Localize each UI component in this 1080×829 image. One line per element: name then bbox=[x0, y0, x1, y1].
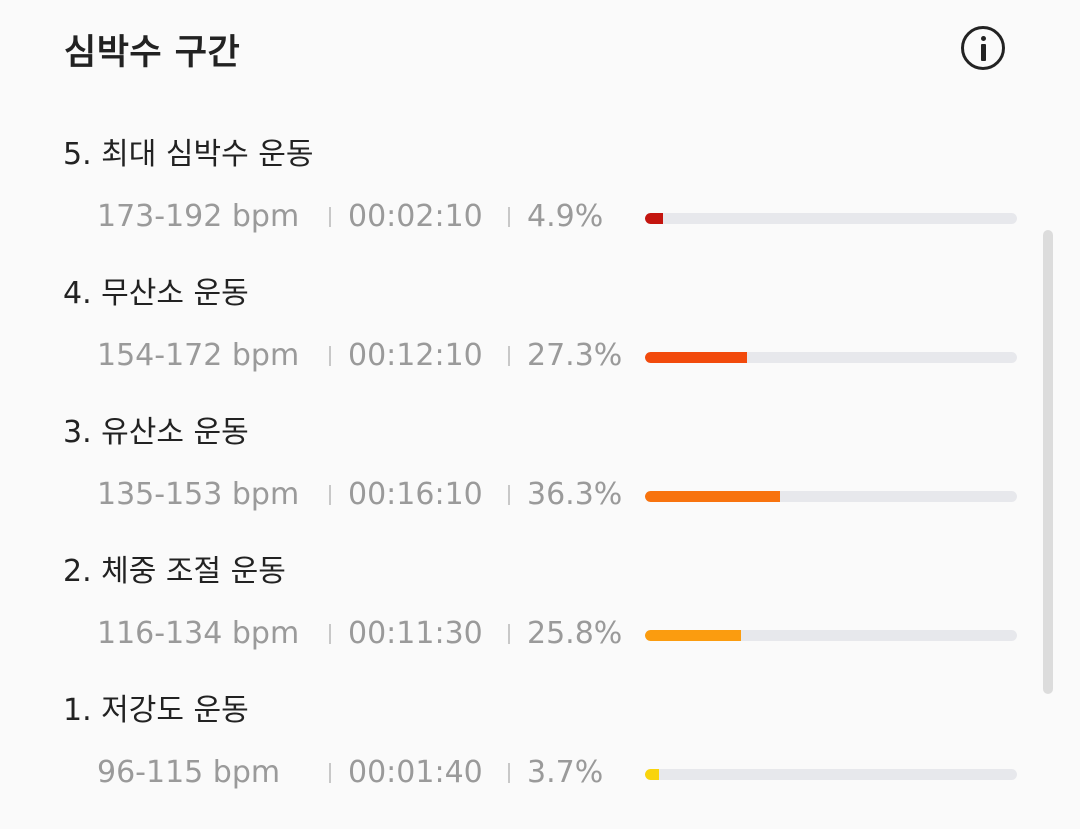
zone-bpm-range: 135-153 bpm bbox=[97, 477, 300, 512]
separator bbox=[329, 346, 331, 366]
zone-progress-fill bbox=[645, 491, 781, 502]
zone-bpm-range: 96-115 bpm bbox=[97, 755, 281, 790]
zone-percent: 27.3% bbox=[527, 338, 623, 373]
info-icon-dot bbox=[981, 36, 986, 41]
zone-progress-bar bbox=[645, 213, 1017, 224]
zone-row-3: 3. 유산소 운동 135-153 bpm 00:16:10 36.3% bbox=[0, 411, 1040, 551]
separator bbox=[329, 763, 331, 783]
info-icon[interactable] bbox=[961, 26, 1005, 70]
zone-duration: 00:12:10 bbox=[348, 338, 483, 373]
zone-progress-bar bbox=[645, 769, 1017, 780]
zone-row-4: 4. 무산소 운동 154-172 bpm 00:12:10 27.3% bbox=[0, 272, 1040, 412]
zone-percent: 36.3% bbox=[527, 477, 623, 512]
zone-percent: 3.7% bbox=[527, 755, 604, 790]
zone-duration: 00:01:40 bbox=[348, 755, 483, 790]
separator bbox=[329, 624, 331, 644]
scrollbar[interactable] bbox=[1043, 230, 1053, 694]
zone-progress-fill bbox=[645, 769, 659, 780]
zone-progress-fill bbox=[645, 352, 747, 363]
zone-row-5: 5. 최대 심박수 운동 173-192 bpm 00:02:10 4.9% bbox=[0, 133, 1040, 273]
zone-duration: 00:11:30 bbox=[348, 616, 483, 651]
zone-duration: 00:16:10 bbox=[348, 477, 483, 512]
separator bbox=[508, 624, 510, 644]
separator bbox=[329, 485, 331, 505]
separator bbox=[329, 207, 331, 227]
separator bbox=[508, 346, 510, 366]
page-title: 심박수 구간 bbox=[64, 33, 241, 73]
zone-row-1: 1. 저강도 운동 96-115 bpm 00:01:40 3.7% bbox=[0, 689, 1040, 829]
zone-percent: 25.8% bbox=[527, 616, 623, 651]
zone-bpm-range: 154-172 bpm bbox=[97, 338, 300, 373]
zone-row-2: 2. 체중 조절 운동 116-134 bpm 00:11:30 25.8% bbox=[0, 550, 1040, 690]
zone-name: 4. 무산소 운동 bbox=[63, 276, 249, 311]
separator bbox=[508, 485, 510, 505]
zone-bpm-range: 173-192 bpm bbox=[97, 199, 300, 234]
zone-progress-bar bbox=[645, 630, 1017, 641]
zone-percent: 4.9% bbox=[527, 199, 604, 234]
zone-name: 2. 체중 조절 운동 bbox=[63, 554, 286, 589]
zone-progress-bar bbox=[645, 491, 1017, 502]
zone-progress-bar bbox=[645, 352, 1017, 363]
info-icon-stem bbox=[981, 44, 986, 61]
zone-progress-fill bbox=[645, 213, 664, 224]
separator bbox=[508, 763, 510, 783]
heart-rate-zones-card: 심박수 구간 5. 최대 심박수 운동 173-192 bpm 00:02:10… bbox=[0, 0, 1080, 829]
zone-name: 3. 유산소 운동 bbox=[63, 415, 249, 450]
zone-duration: 00:02:10 bbox=[348, 199, 483, 234]
zone-name: 1. 저강도 운동 bbox=[63, 693, 249, 728]
zone-progress-fill bbox=[645, 630, 741, 641]
zone-bpm-range: 116-134 bpm bbox=[97, 616, 300, 651]
separator bbox=[508, 207, 510, 227]
zone-name: 5. 최대 심박수 운동 bbox=[63, 137, 314, 172]
